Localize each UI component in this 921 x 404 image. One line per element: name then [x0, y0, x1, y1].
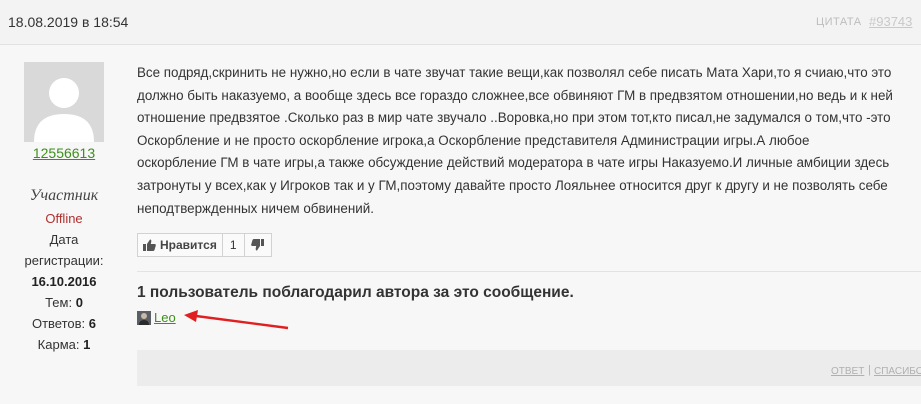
like-label: Нравится	[160, 238, 217, 252]
dislike-button[interactable]	[245, 234, 271, 256]
message-line: Все подряд,скринить не нужно,но если в ч…	[137, 65, 892, 80]
user-role: Участник	[29, 187, 99, 204]
red-arrow-icon	[184, 310, 289, 330]
divider	[137, 271, 921, 272]
thumbs-up-icon	[143, 239, 156, 251]
reply-link[interactable]: ОТВЕТ	[831, 366, 864, 377]
karma-stat: Карма: 1	[37, 337, 91, 352]
post-message: Все подряд,скринить не нужно,но если в ч…	[137, 62, 921, 220]
message-line: Оскорбление и не просто оскорбление игро…	[137, 132, 810, 148]
reg-label-1: Дата	[49, 232, 79, 247]
like-count: 1	[223, 234, 245, 256]
like-bar: Нравится 1	[137, 233, 272, 257]
message-line: затронуты у всех,как у Игроков так и у Г…	[137, 177, 888, 193]
message-line: неподтвержденных ничем обвинений.	[137, 200, 374, 216]
username-link[interactable]: 12556613	[0, 145, 128, 161]
post-body: 12556613 Участник Offline Дата регистрац…	[0, 45, 921, 404]
message-line: должно быть наказуемо, а вообще здесь вс…	[137, 87, 893, 103]
like-button[interactable]: Нравится	[138, 234, 223, 256]
post-header: 18.08.2019 в 18:54 ЦИТАТА #93743	[0, 0, 921, 45]
message-line: оскорбление ГМ в чате игры,а также обсуж…	[137, 155, 890, 171]
post-footer: ОТВЕТ | СПАСИБО	[137, 350, 921, 386]
post-date: 18.08.2019 в 18:54	[8, 14, 129, 30]
thanks-link[interactable]: СПАСИБО	[874, 366, 921, 377]
user-info-panel: 12556613 Участник Offline Дата регистрац…	[0, 45, 136, 404]
thumbs-down-icon	[251, 239, 265, 251]
thanks-user-item: Leo	[137, 310, 176, 325]
user-status: Offline	[45, 211, 83, 226]
footer-separator: |	[868, 364, 871, 376]
answers-stat: Ответов: 6	[31, 316, 97, 331]
quote-link[interactable]: ЦИТАТА	[816, 16, 862, 28]
post-id-link[interactable]: #93743	[869, 14, 912, 29]
default-user-icon	[24, 62, 104, 142]
reg-date: 16.10.2016	[31, 274, 97, 289]
user-avatar-icon	[137, 310, 151, 325]
thanks-user-link[interactable]: Leo	[154, 310, 176, 325]
thanks-title: 1 пользователь поблагодарил автора за эт…	[137, 284, 574, 301]
message-line: отношение предвзятое .Сколько раз в мир …	[137, 110, 891, 126]
avatar[interactable]	[24, 62, 104, 142]
topics-stat: Тем: 0	[45, 295, 83, 310]
reg-label-2: регистрации:	[24, 253, 104, 268]
